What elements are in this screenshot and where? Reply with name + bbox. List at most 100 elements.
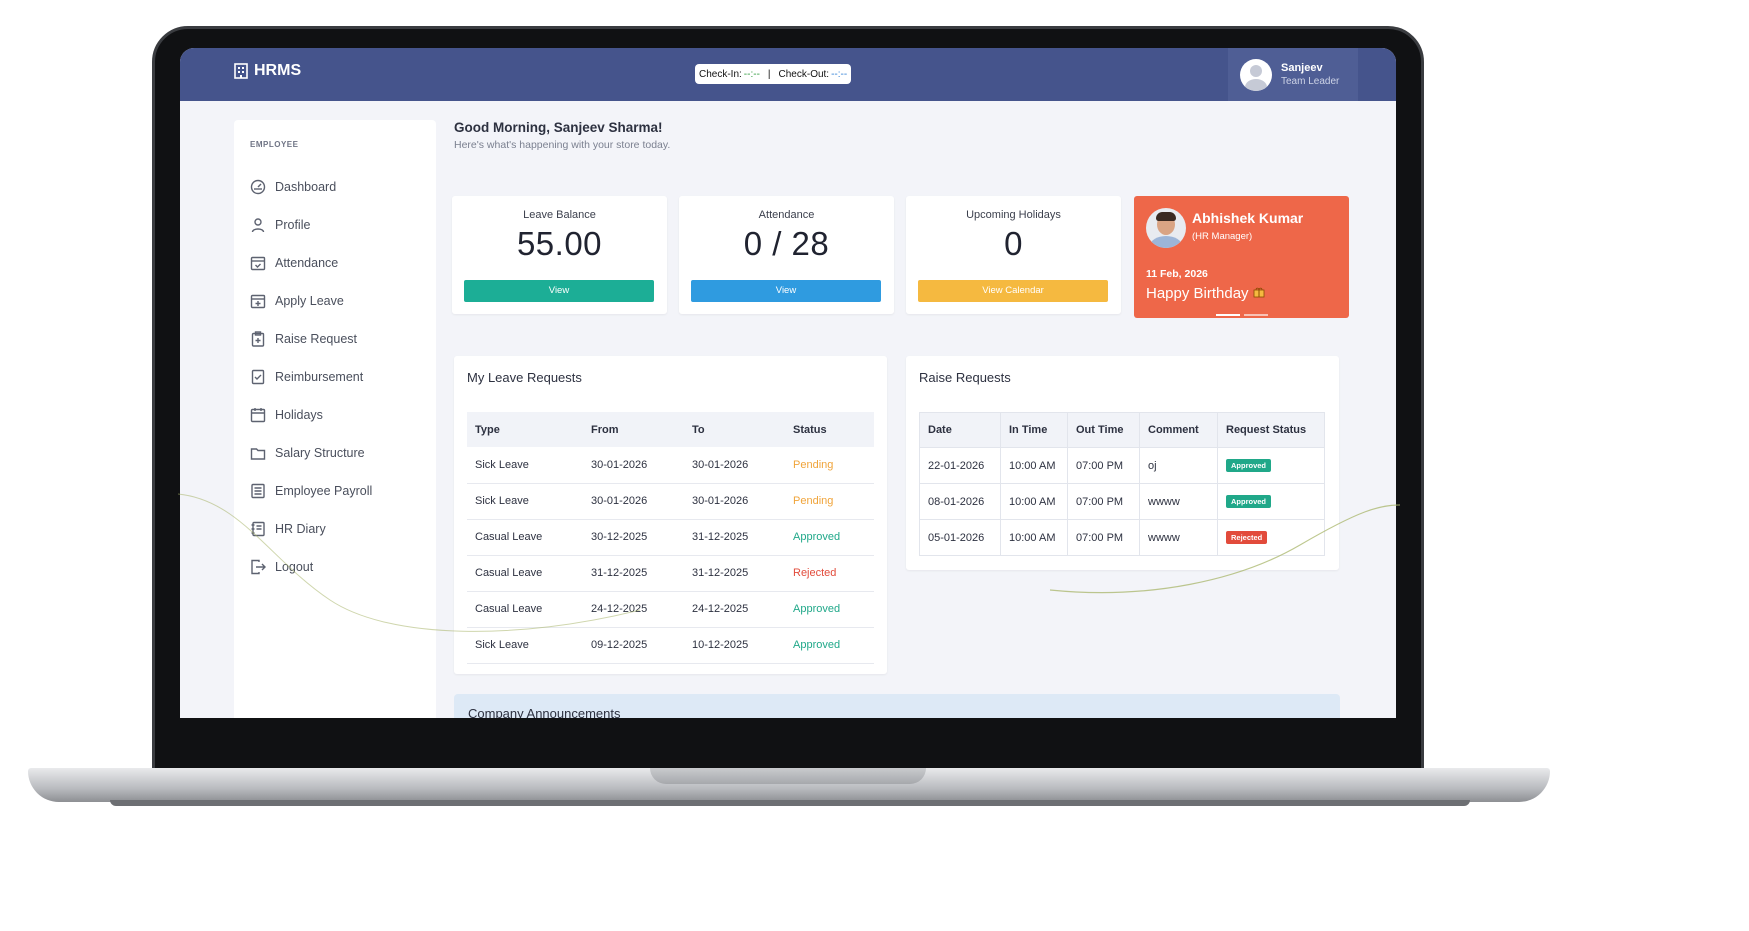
stat-label: Upcoming Holidays — [966, 209, 1061, 221]
top-bar: HRMS Check-In: --:-- | Check-Out: --:-- … — [180, 48, 1396, 101]
sidebar-nav: Dashboard Profile Attendance Apply Leave… — [250, 168, 372, 586]
cell-type: Sick Leave — [467, 627, 583, 664]
cell-date: 08-01-2026 — [919, 483, 1001, 520]
laptop-feet — [110, 800, 1470, 806]
avatar — [1240, 58, 1272, 91]
cell-to: 30-01-2026 — [684, 483, 785, 520]
birthday-message-row: Happy Birthday — [1146, 285, 1265, 302]
sidebar-item-reimbursement[interactable]: Reimbursement — [250, 358, 372, 396]
table-row: Sick Leave 09-12-2025 10-12-2025 Approve… — [467, 627, 874, 664]
table-header-row: Type From To Status — [467, 412, 874, 447]
status-badge: Rejected — [1226, 531, 1268, 544]
brand-name: HRMS — [254, 62, 302, 79]
user-menu[interactable]: Sanjeev Team Leader — [1228, 48, 1358, 101]
view-attendance-button[interactable]: View — [691, 280, 881, 302]
sidebar-item-hr-diary[interactable]: HR Diary — [250, 510, 372, 548]
cell-comment: oj — [1139, 447, 1218, 484]
table-row: Casual Leave 30-12-2025 31-12-2025 Appro… — [467, 519, 874, 556]
cell-status: Approved — [1217, 447, 1325, 484]
cell-status: Pending — [785, 447, 874, 484]
sidebar-item-label: Logout — [275, 560, 314, 574]
sidebar-item-raise-request[interactable]: Raise Request — [250, 320, 372, 358]
stat-value: 55.00 — [516, 225, 603, 262]
cell-status: Pending — [785, 483, 874, 520]
leave-balance-card: Leave Balance 55.00 View — [452, 196, 667, 314]
carousel-dots[interactable] — [1216, 314, 1268, 316]
brand-logo[interactable]: HRMS — [234, 62, 301, 80]
cell-out-time: 07:00 PM — [1067, 519, 1140, 556]
dashboard-icon — [250, 179, 266, 195]
user-name: Sanjeev — [1281, 62, 1323, 74]
stat-label: Leave Balance — [523, 209, 596, 221]
ledger-icon — [251, 483, 265, 499]
sidebar-item-holidays[interactable]: Holidays — [250, 396, 372, 434]
table-row: Casual Leave 31-12-2025 31-12-2025 Rejec… — [467, 555, 874, 592]
table-row: 05-01-2026 10:00 AM 07:00 PM wwww Reject… — [919, 519, 1325, 556]
sidebar-item-label: Profile — [275, 218, 311, 232]
column-header: Comment — [1139, 412, 1218, 448]
column-header: Type — [467, 412, 583, 447]
sidebar-item-employee-payroll[interactable]: Employee Payroll — [250, 472, 372, 510]
status-badge: Approved — [1226, 459, 1272, 472]
table-row: Sick Leave 30-01-2026 30-01-2026 Pending — [467, 447, 874, 484]
cell-from: 30-01-2026 — [583, 447, 684, 484]
cell-to: 31-12-2025 — [684, 555, 785, 592]
check-in-label: Check-In: — [699, 68, 742, 80]
view-leave-balance-button[interactable]: View — [464, 280, 654, 302]
sidebar-item-attendance[interactable]: Attendance — [250, 244, 372, 282]
calendar-plus-icon — [250, 294, 266, 309]
user-icon — [251, 218, 265, 233]
app-screen: HRMS Check-In: --:-- | Check-Out: --:-- … — [180, 48, 1396, 718]
calendar-icon — [250, 408, 266, 423]
sidebar-item-label: Apply Leave — [275, 294, 344, 308]
cell-out-time: 07:00 PM — [1067, 447, 1140, 484]
notebook-icon — [251, 521, 265, 537]
building-icon — [234, 63, 248, 79]
cell-comment: wwww — [1139, 519, 1218, 556]
cell-type: Sick Leave — [467, 483, 583, 520]
sidebar-item-profile[interactable]: Profile — [250, 206, 372, 244]
cell-in-time: 10:00 AM — [1000, 483, 1068, 520]
view-calendar-button[interactable]: View Calendar — [918, 280, 1108, 302]
user-role: Team Leader — [1281, 76, 1340, 87]
table-row: Casual Leave 24-12-2025 24-12-2025 Appro… — [467, 591, 874, 628]
cell-to: 10-12-2025 — [684, 627, 785, 664]
column-header: In Time — [1000, 412, 1068, 448]
birthday-date: 11 Feb, 2026 — [1146, 268, 1208, 280]
laptop-notch — [650, 768, 926, 784]
birthday-message: Happy Birthday — [1146, 285, 1249, 302]
cell-type: Sick Leave — [467, 447, 583, 484]
cell-from: 31-12-2025 — [583, 555, 684, 592]
cell-to: 24-12-2025 — [684, 591, 785, 628]
cell-date: 22-01-2026 — [919, 447, 1001, 484]
column-header: To — [684, 412, 785, 447]
cell-status: Approved — [785, 591, 874, 628]
clipboard-plus-icon — [251, 331, 265, 347]
carousel-dot[interactable] — [1244, 314, 1268, 316]
sidebar-item-logout[interactable]: Logout — [250, 548, 372, 586]
announcements-panel: Company Announcements — [454, 694, 1340, 718]
cell-status: Approved — [1217, 483, 1325, 520]
check-separator: | — [767, 68, 771, 80]
sidebar-item-label: Raise Request — [275, 332, 357, 346]
cell-out-time: 07:00 PM — [1067, 483, 1140, 520]
cell-in-time: 10:00 AM — [1000, 447, 1068, 484]
carousel-dot[interactable] — [1216, 314, 1240, 316]
sidebar-item-dashboard[interactable]: Dashboard — [250, 168, 372, 206]
stat-value: 0 — [1004, 225, 1023, 262]
sidebar-item-label: Salary Structure — [275, 446, 365, 460]
stat-label: Attendance — [758, 209, 815, 221]
calendar-check-icon — [250, 256, 266, 271]
check-out-value: --:-- — [831, 68, 848, 80]
birthday-role: (HR Manager) — [1192, 231, 1253, 242]
cell-type: Casual Leave — [467, 519, 583, 556]
check-out-label: Check-Out: — [778, 68, 830, 80]
sidebar-item-salary-structure[interactable]: Salary Structure — [250, 434, 372, 472]
check-in-out-widget: Check-In: --:-- | Check-Out: --:-- — [695, 64, 852, 84]
cell-from: 30-12-2025 — [583, 519, 684, 556]
birthday-card: Abhishek Kumar (HR Manager) 11 Feb, 2026… — [1134, 196, 1349, 318]
sidebar-item-apply-leave[interactable]: Apply Leave — [250, 282, 372, 320]
page-subtitle: Here's what's happening with your store … — [454, 139, 671, 151]
receipt-check-icon — [251, 369, 265, 385]
announcements-title: Company Announcements — [468, 706, 621, 718]
